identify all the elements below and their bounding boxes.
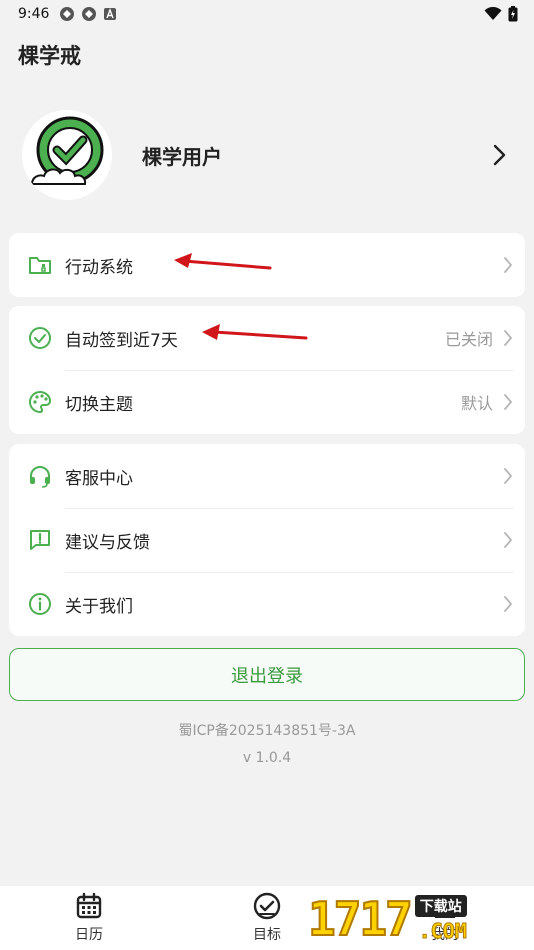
calendar-icon — [76, 892, 102, 919]
menu-item-customer-service[interactable]: 客服中心 — [9, 444, 525, 508]
menu-item-value: 已关闭 — [444, 330, 493, 349]
menu-item-label: 建议与反馈 — [65, 532, 150, 553]
chevron-right-icon — [503, 329, 513, 347]
menu-item-about[interactable]: 关于我们 — [9, 572, 525, 636]
menu-item-label: 自动签到近7天 — [65, 330, 178, 351]
system-icons — [484, 6, 518, 22]
info-icon — [27, 591, 53, 617]
watermark-badge: 下载站 — [414, 895, 467, 917]
wifi-icon — [484, 7, 502, 20]
battery-icon — [508, 6, 518, 22]
chevron-right-icon — [493, 144, 506, 166]
nav-label: 目标 — [253, 927, 281, 943]
check-cloud-logo-icon — [30, 116, 104, 185]
menu-item-label: 客服中心 — [65, 468, 133, 489]
status-time: 9:46 — [18, 6, 50, 22]
palette-icon — [27, 389, 53, 415]
headset-icon — [27, 463, 53, 489]
folder-icon — [27, 252, 53, 278]
menu-item-action-system[interactable]: 行动系统 — [9, 233, 525, 297]
page-title: 棵学戒 — [18, 44, 81, 68]
icp-record: 蜀ICP备2025143851号-3A — [178, 723, 356, 739]
app-notification-icon — [82, 7, 97, 21]
menu-item-label: 关于我们 — [65, 596, 133, 617]
watermark-domain: .COM — [418, 919, 467, 944]
menu-item-value: 默认 — [460, 394, 493, 413]
app-version: v 1.0.4 — [242, 750, 292, 766]
chevron-right-icon — [503, 467, 513, 485]
nav-label: 日历 — [75, 927, 103, 943]
a-letter-icon — [104, 8, 117, 20]
check-circle-icon — [27, 325, 53, 351]
watermark-digits: 1717 — [307, 891, 414, 947]
site-watermark: 1717 下载站 .COM — [307, 888, 534, 950]
app-notification-icon — [60, 7, 75, 21]
nav-item-calendar[interactable]: 日历 — [0, 886, 178, 950]
menu-item-feedback[interactable]: 建议与反馈 — [9, 508, 525, 572]
target-check-icon — [253, 892, 281, 920]
logout-button[interactable]: 退出登录 — [9, 648, 525, 701]
menu-card-support: 客服中心 建议与反馈 关于我们 — [9, 444, 525, 636]
feedback-icon — [27, 527, 53, 553]
chevron-right-icon — [503, 393, 513, 411]
chevron-right-icon — [503, 256, 513, 274]
avatar — [22, 110, 112, 200]
menu-item-label: 切换主题 — [65, 394, 133, 415]
chevron-right-icon — [503, 595, 513, 613]
notification-icons — [59, 6, 117, 22]
menu-card-actions: 行动系统 — [9, 233, 525, 297]
status-bar: 9:46 — [0, 0, 534, 28]
profile-row[interactable]: 棵学用户 — [0, 100, 534, 210]
profile-name: 棵学用户 — [142, 144, 222, 169]
chevron-right-icon — [503, 531, 513, 549]
menu-item-theme[interactable]: 切换主题 默认 — [9, 370, 525, 434]
menu-card-settings: 自动签到近7天 已关闭 切换主题 默认 — [9, 306, 525, 434]
menu-item-auto-checkin[interactable]: 自动签到近7天 已关闭 — [9, 306, 525, 370]
menu-item-label: 行动系统 — [65, 257, 133, 278]
